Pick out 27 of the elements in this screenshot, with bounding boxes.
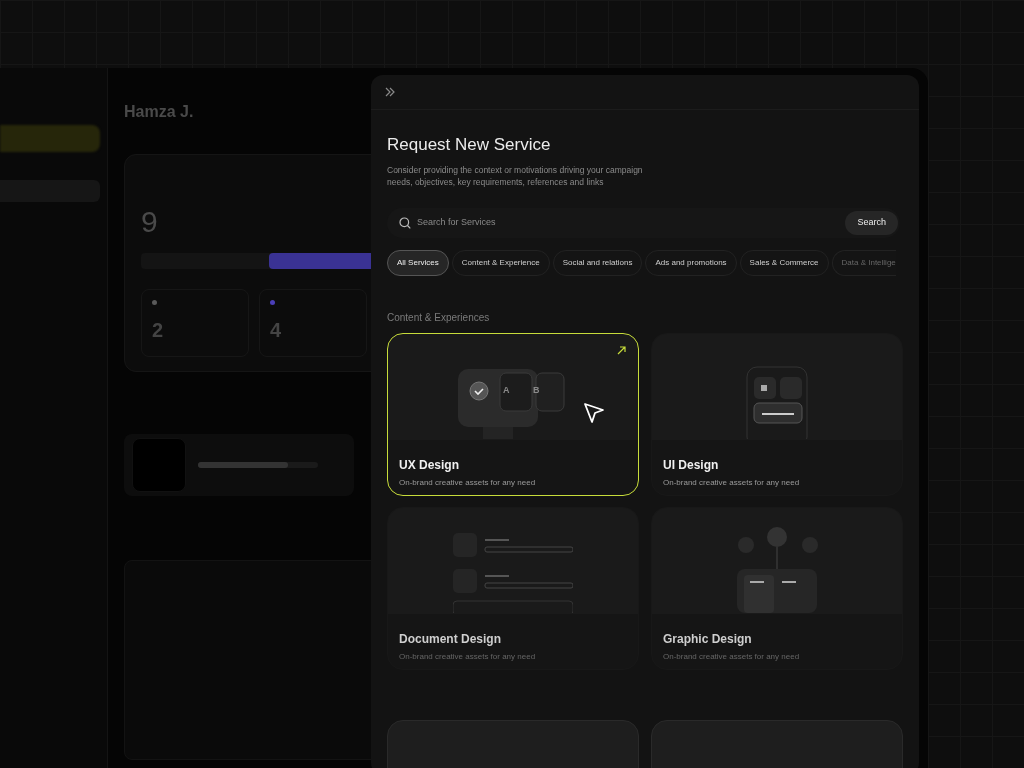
stat-value: 4 [270, 318, 283, 343]
service-card[interactable]: UI Design On-brand creative assets for any need [651, 332, 903, 496]
card-subtitle: On-brand creative assets for any need [398, 650, 537, 663]
card-title: Graphic Design [662, 630, 753, 648]
service-card[interactable]: Graphic Design On-brand creative assets for any need [651, 506, 903, 670]
filter-chip[interactable]: Social and relations [552, 249, 643, 276]
card-title: UI Design [662, 456, 720, 474]
card-subtitle: On-brand creative assets for any need [662, 476, 801, 489]
card-title: Document Design [398, 630, 502, 648]
stat-value: 2 [152, 318, 165, 343]
user-name: Hamza J. [124, 102, 195, 122]
card-title: UX Design [398, 456, 460, 474]
filter-chip[interactable]: Ads and promotions [645, 249, 737, 276]
variant-label: B [533, 383, 540, 397]
search-button[interactable]: Search [845, 210, 898, 235]
filter-chip[interactable]: Sales & Commerce [739, 249, 829, 276]
sprint-count: 9 [141, 207, 159, 237]
card-subtitle: On-brand creative assets for any need [398, 476, 537, 489]
panel-title: Request New Service [387, 134, 552, 156]
section-title: Content & Experiences [387, 310, 491, 325]
filter-chip[interactable]: Content & Experience [451, 249, 550, 276]
service-card[interactable]: A B UX Design On-brand creative assets for any need [387, 332, 639, 496]
card-subtitle: On-brand creative assets for any need [662, 650, 801, 663]
variant-label: A [503, 383, 510, 397]
filter-chip[interactable]: All Services [387, 249, 449, 276]
panel-description: Consider providing the context or motivations driving your campaign needs, objectives, key requirements, references and links [387, 163, 644, 188]
service-card[interactable]: Document Design On-brand creative assets for any need [387, 506, 639, 670]
